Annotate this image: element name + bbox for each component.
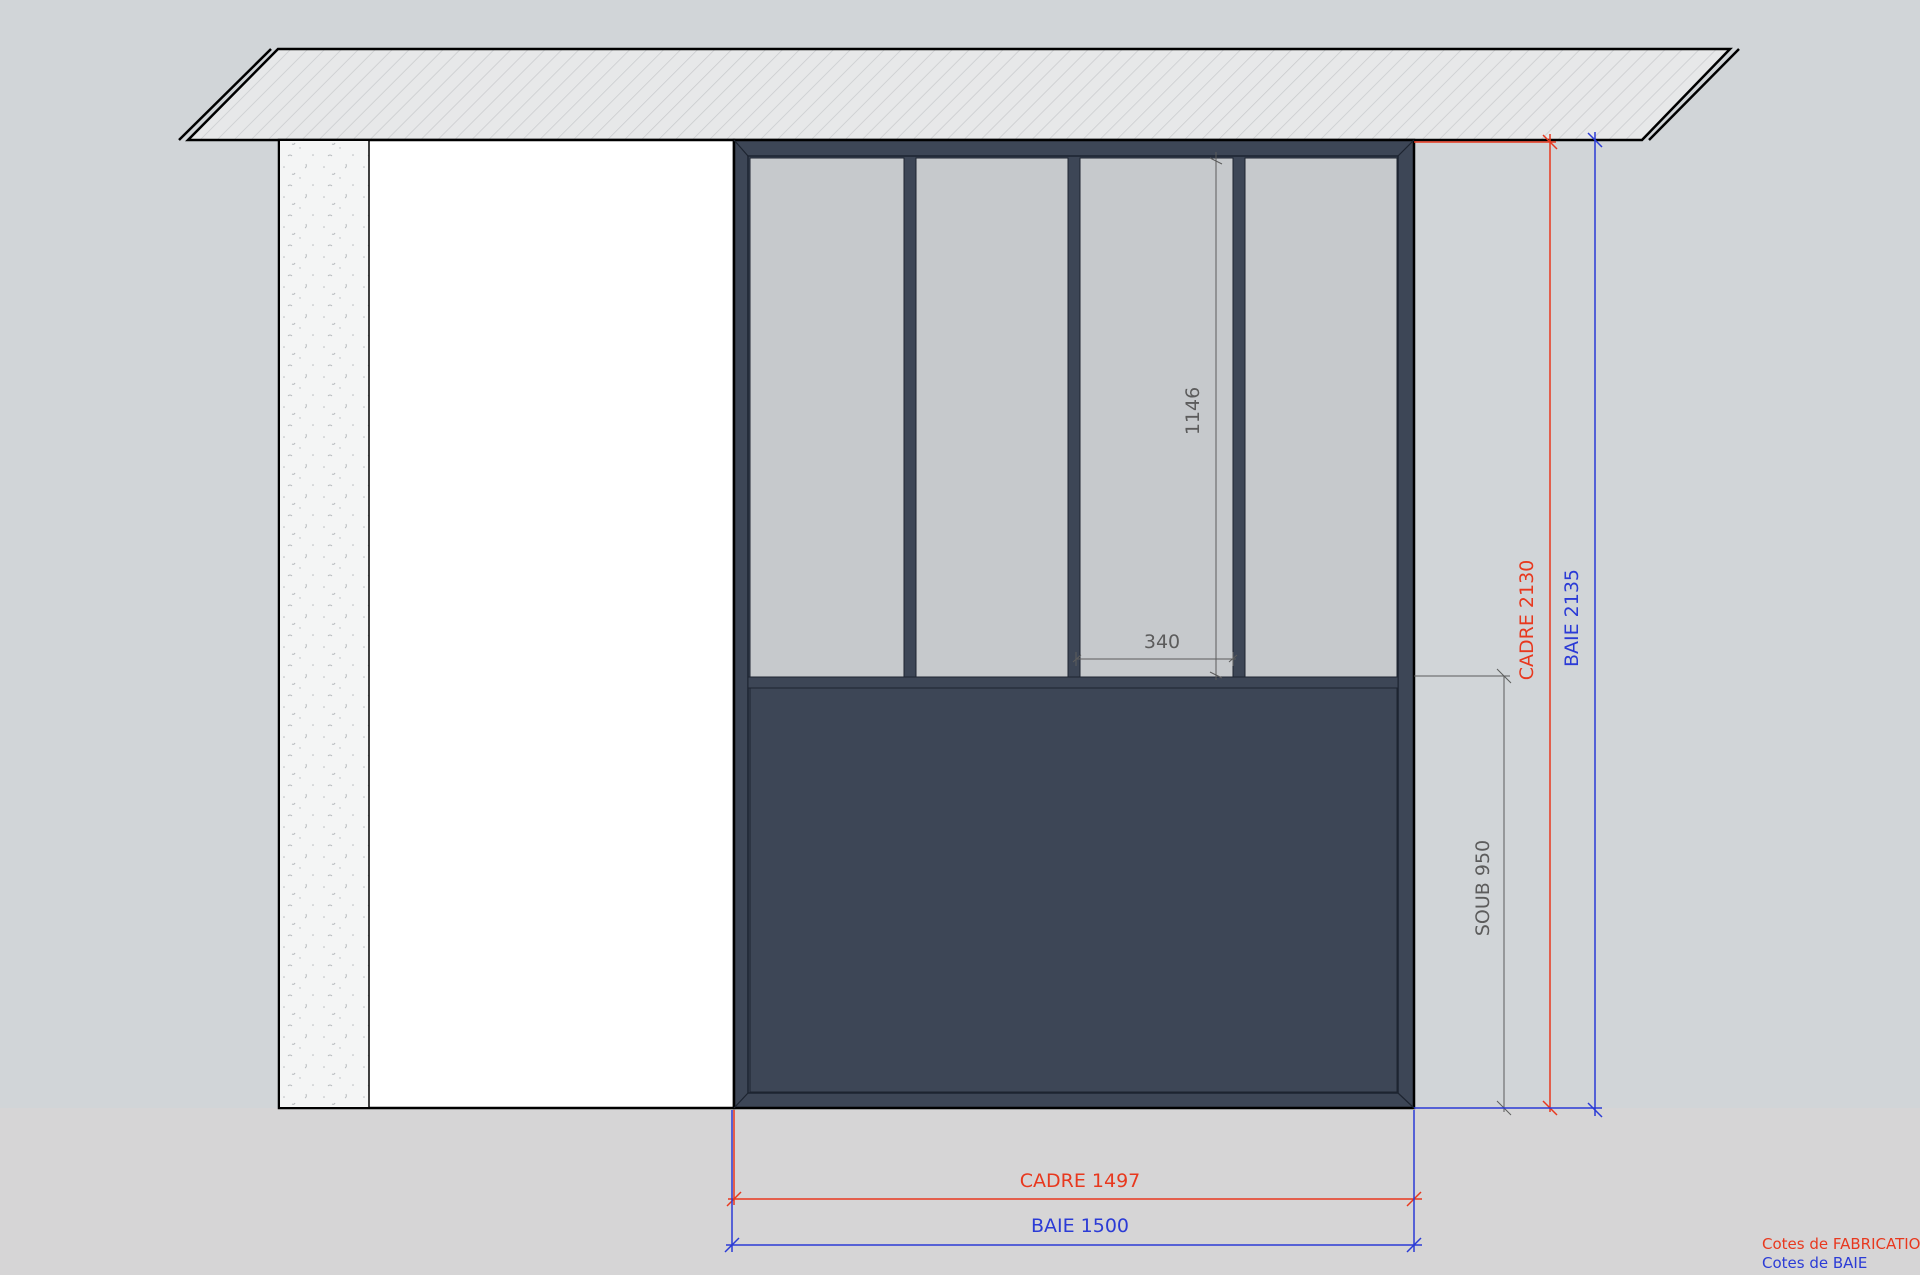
glass-pane <box>915 157 1069 678</box>
glass-pane <box>749 157 905 678</box>
dim-soubassement-label: SOUB 950 <box>1472 840 1494 936</box>
side-wall <box>277 138 736 1110</box>
glass-pane <box>1244 157 1398 678</box>
dim-cadre-width-label: CADRE 1497 <box>1020 1170 1141 1192</box>
transom-rail <box>747 676 1399 689</box>
soubassement-panel <box>749 687 1398 1093</box>
dim-baie-width-label: BAIE 1500 <box>1031 1215 1129 1237</box>
glass-pane <box>1079 157 1234 678</box>
dim-baie-height-label: BAIE 2135 <box>1561 569 1583 667</box>
dim-pane-width-label: 340 <box>1144 631 1180 653</box>
dim-cadre-height-label: CADRE 2130 <box>1516 560 1538 681</box>
verriere-elevation-drawing: 1146 340 SOUB 950 CADRE 2130 BAIE 2135 C… <box>0 47 1920 1275</box>
wall-insulation <box>280 141 369 1107</box>
dim-soubassement <box>1414 668 1512 1116</box>
floor <box>0 1108 1920 1275</box>
legend-baie: Cotes de BAIE <box>1762 1254 1867 1272</box>
dim-glass-height-label: 1146 <box>1182 387 1204 435</box>
legend-fabrication: Cotes de FABRICATION <box>1762 1235 1920 1253</box>
verriere-frame <box>732 138 1416 1110</box>
ceiling-slab <box>178 47 1740 142</box>
